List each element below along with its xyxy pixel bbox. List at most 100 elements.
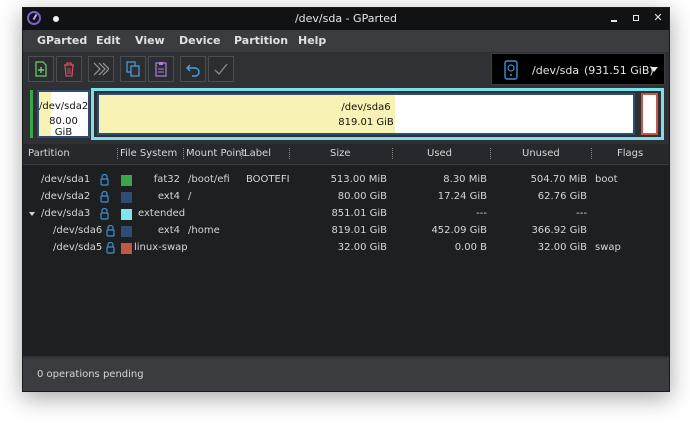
resize-move-button[interactable]: [88, 56, 114, 82]
status-bar: 0 operations pending: [23, 358, 669, 391]
partition-block-sda6[interactable]: /dev/sda6 819.01 GiB: [97, 93, 635, 135]
new-partition-button[interactable]: [28, 56, 54, 82]
maximize-button[interactable]: [629, 11, 643, 25]
menu-bar: GParted Edit View Device Partition Help: [23, 30, 669, 52]
partition-name: /dev/sda2: [41, 191, 91, 202]
checkmark-icon: [214, 63, 228, 75]
copy-button[interactable]: [120, 56, 146, 82]
partition-block-name: /dev/sda6: [341, 102, 391, 113]
partition-block-sda3-extended[interactable]: /dev/sda6 819.01 GiB: [91, 88, 664, 140]
partition-name: /dev/sda3: [41, 208, 91, 219]
partition-list: /dev/sda1 fat32 /boot/efi BOOTEFI 513.00…: [23, 165, 669, 356]
apply-button[interactable]: [208, 56, 234, 82]
resize-arrows-icon: [93, 62, 109, 76]
partition-block-size: 80.00 GiB: [49, 116, 78, 138]
partition-list-header: Partition File System Mount Point Label …: [23, 144, 669, 165]
device-size: (931.51 GiB): [584, 64, 654, 77]
table-row[interactable]: /dev/sda2 ext4 / 80.00 GiB 17.24 GiB 62.…: [23, 189, 669, 206]
paste-icon: [155, 62, 167, 77]
filesystem: ext4: [157, 225, 180, 236]
window-title: /dev/sda - GParted: [294, 12, 398, 25]
copy-icon: [126, 61, 140, 77]
partition-name: /dev/sda5: [53, 242, 103, 253]
menu-view[interactable]: View: [135, 34, 165, 47]
menu-partition[interactable]: Partition: [234, 34, 288, 47]
trash-icon: [64, 62, 74, 77]
undo-button[interactable]: [180, 56, 206, 82]
filesystem-color-swatch: [121, 243, 132, 254]
table-row[interactable]: /dev/sda1 fat32 /boot/efi BOOTEFI 513.00…: [23, 172, 669, 189]
column-mount-point[interactable]: Mount Point: [186, 148, 245, 159]
filesystem-color-swatch: [121, 175, 132, 186]
disk-graphic: /dev/sda2 80.00 GiB /dev/sda6 819.01 GiB: [23, 88, 669, 142]
table-row[interactable]: /dev/sda3 extended 851.01 GiB --- ---: [23, 206, 669, 223]
column-used[interactable]: Used: [427, 148, 452, 159]
partition-label: BOOTEFI: [246, 174, 290, 185]
pending-operations-status: 0 operations pending: [37, 369, 144, 380]
lock-icon: [106, 242, 115, 254]
partition-unused: 62.76 GiB: [537, 191, 587, 202]
paste-button[interactable]: [148, 56, 174, 82]
partition-block-name: /dev/sda2: [39, 101, 89, 112]
filesystem-color-swatch: [121, 209, 132, 220]
partition-unused: ---: [576, 208, 587, 219]
partition-flags: swap: [595, 242, 621, 253]
collapse-arrow-icon[interactable]: [29, 212, 35, 216]
lock-icon: [100, 191, 109, 203]
partition-size: 819.01 GiB: [331, 225, 387, 236]
mount-point: /home: [188, 225, 220, 236]
partition-size: 513.00 MiB: [330, 174, 387, 185]
filesystem: linux-swap: [134, 242, 188, 253]
partition-name: /dev/sda1: [41, 174, 91, 185]
close-button[interactable]: ✕: [651, 11, 665, 25]
partition-used: 452.09 GiB: [431, 225, 487, 236]
partition-name: /dev/sda6: [53, 225, 103, 236]
menu-device[interactable]: Device: [179, 34, 221, 47]
delete-partition-button[interactable]: [56, 56, 82, 82]
column-unused[interactable]: Unused: [522, 148, 560, 159]
partition-size: 851.01 GiB: [331, 208, 387, 219]
lock-icon: [106, 225, 115, 237]
minimize-button[interactable]: [607, 11, 621, 25]
filesystem-color-swatch: [121, 192, 132, 203]
chevron-down-icon: [650, 67, 658, 72]
partition-unused: 32.00 GiB: [537, 242, 587, 253]
filesystem: fat32: [153, 174, 180, 185]
partition-used: 8.30 MiB: [443, 174, 487, 185]
partition-size: 32.00 GiB: [337, 242, 387, 253]
column-size[interactable]: Size: [330, 148, 351, 159]
partition-block-sda2[interactable]: /dev/sda2 80.00 GiB: [37, 90, 90, 138]
partition-used: 17.24 GiB: [437, 191, 487, 202]
partition-used: ---: [476, 208, 487, 219]
gparted-window: /dev/sda - GParted ✕ GParted Edit View D…: [22, 7, 670, 392]
toolbar: /dev/sda (931.51 GiB): [23, 52, 669, 88]
menu-gparted[interactable]: GParted: [37, 34, 87, 47]
mount-point: /boot/efi: [188, 174, 230, 185]
partition-size: 80.00 GiB: [337, 191, 387, 202]
title-bar: /dev/sda - GParted ✕: [23, 8, 669, 30]
filesystem: extended: [138, 208, 186, 219]
menu-help[interactable]: Help: [298, 34, 326, 47]
column-file-system[interactable]: File System: [120, 148, 177, 159]
filesystem-color-swatch: [121, 226, 132, 237]
column-partition[interactable]: Partition: [28, 148, 70, 159]
mount-point: /: [188, 191, 192, 202]
menu-edit[interactable]: Edit: [96, 34, 120, 47]
hard-disk-icon: [504, 60, 518, 80]
table-row[interactable]: /dev/sda5 linux-swap 32.00 GiB 0.00 B 32…: [23, 240, 669, 257]
partition-unused: 366.92 GiB: [531, 225, 587, 236]
lock-icon: [100, 208, 109, 220]
column-flags[interactable]: Flags: [617, 148, 643, 159]
undo-icon: [186, 64, 200, 77]
device-path: /dev/sda: [532, 64, 580, 77]
partition-block-sda1[interactable]: [29, 90, 36, 138]
partition-unused: 504.70 MiB: [530, 174, 587, 185]
column-label[interactable]: Label: [244, 148, 271, 159]
partition-block-sda5[interactable]: [641, 93, 658, 135]
partition-block-size: 819.01 GiB: [338, 117, 394, 128]
lock-icon: [100, 174, 109, 186]
table-row[interactable]: /dev/sda6 ext4 /home 819.01 GiB 452.09 G…: [23, 223, 669, 240]
device-selector[interactable]: /dev/sda (931.51 GiB): [491, 53, 665, 85]
filesystem: ext4: [157, 191, 180, 202]
new-partition-icon: [35, 61, 47, 77]
